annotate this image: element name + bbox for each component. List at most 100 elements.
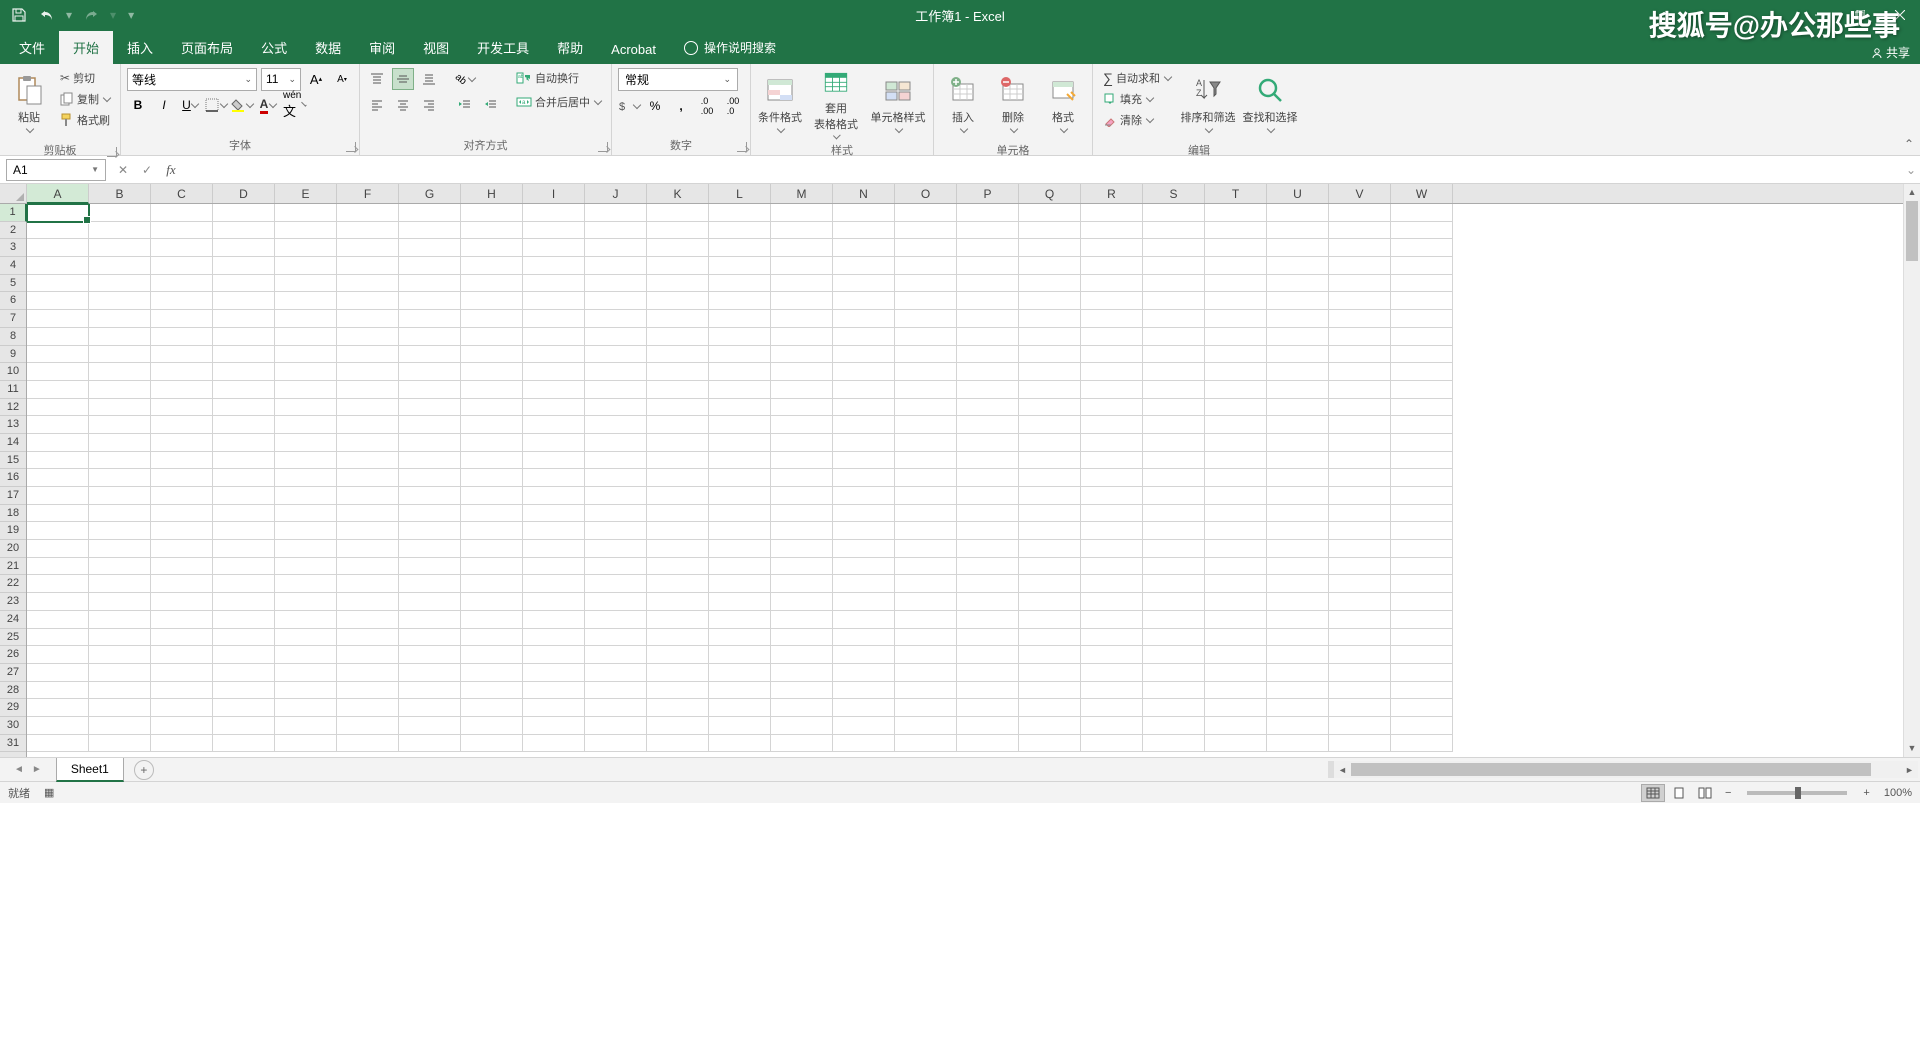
cell[interactable]: [151, 629, 213, 647]
cell[interactable]: [1019, 664, 1081, 682]
cell[interactable]: [27, 416, 89, 434]
cell[interactable]: [833, 310, 895, 328]
row-header[interactable]: 5: [0, 275, 26, 293]
cell[interactable]: [1143, 664, 1205, 682]
cell[interactable]: [957, 575, 1019, 593]
cell[interactable]: [1267, 310, 1329, 328]
cell[interactable]: [399, 682, 461, 700]
cell[interactable]: [709, 434, 771, 452]
cell[interactable]: [1391, 487, 1453, 505]
row-header[interactable]: 8: [0, 328, 26, 346]
cell[interactable]: [585, 310, 647, 328]
cell[interactable]: [709, 505, 771, 523]
cell[interactable]: [1267, 505, 1329, 523]
cell[interactable]: [151, 699, 213, 717]
cell[interactable]: [1391, 399, 1453, 417]
cell[interactable]: [1143, 646, 1205, 664]
cell[interactable]: [399, 646, 461, 664]
cell[interactable]: [1329, 469, 1391, 487]
maximize-button[interactable]: [1840, 0, 1880, 30]
cell[interactable]: [647, 310, 709, 328]
row-header[interactable]: 19: [0, 522, 26, 540]
tab-home[interactable]: 开始: [59, 31, 113, 64]
cell[interactable]: [647, 275, 709, 293]
cell[interactable]: [771, 239, 833, 257]
cell[interactable]: [89, 735, 151, 753]
cell[interactable]: [709, 239, 771, 257]
cell[interactable]: [399, 487, 461, 505]
cell[interactable]: [1329, 505, 1391, 523]
cell[interactable]: [461, 346, 523, 364]
row-header[interactable]: 18: [0, 505, 26, 523]
cell[interactable]: [275, 540, 337, 558]
cell[interactable]: [213, 629, 275, 647]
cell[interactable]: [337, 664, 399, 682]
cell[interactable]: [833, 664, 895, 682]
cell[interactable]: [1391, 558, 1453, 576]
cell[interactable]: [461, 611, 523, 629]
cell[interactable]: [27, 292, 89, 310]
cell[interactable]: [1205, 540, 1267, 558]
align-left-button[interactable]: [366, 94, 388, 116]
cell[interactable]: [771, 522, 833, 540]
percent-button[interactable]: %: [644, 95, 666, 117]
close-button[interactable]: [1880, 0, 1920, 30]
underline-button[interactable]: U: [179, 94, 201, 116]
cell[interactable]: [895, 275, 957, 293]
cell[interactable]: [771, 346, 833, 364]
copy-button[interactable]: 复制: [56, 89, 114, 109]
cell[interactable]: [275, 487, 337, 505]
cell[interactable]: [1019, 381, 1081, 399]
accounting-format-button[interactable]: $: [618, 95, 640, 117]
font-size-select[interactable]: 11⌄: [261, 68, 301, 91]
cell[interactable]: [895, 416, 957, 434]
cell[interactable]: [337, 328, 399, 346]
cell[interactable]: [771, 593, 833, 611]
cell[interactable]: [151, 522, 213, 540]
cell[interactable]: [895, 487, 957, 505]
cell[interactable]: [585, 611, 647, 629]
cell[interactable]: [1205, 469, 1267, 487]
bold-button[interactable]: B: [127, 94, 149, 116]
cell[interactable]: [1081, 275, 1143, 293]
cell[interactable]: [337, 611, 399, 629]
delete-cells-button[interactable]: 删除: [990, 68, 1036, 138]
cell[interactable]: [523, 222, 585, 240]
cell[interactable]: [275, 381, 337, 399]
cell[interactable]: [1019, 452, 1081, 470]
cell[interactable]: [1205, 452, 1267, 470]
cell[interactable]: [275, 310, 337, 328]
cell[interactable]: [647, 292, 709, 310]
cell[interactable]: [1019, 505, 1081, 523]
cell[interactable]: [275, 452, 337, 470]
cell[interactable]: [275, 682, 337, 700]
cell[interactable]: [461, 575, 523, 593]
scroll-right-button[interactable]: ►: [1901, 765, 1918, 775]
column-header[interactable]: S: [1143, 184, 1205, 203]
cell[interactable]: [27, 346, 89, 364]
cell[interactable]: [399, 275, 461, 293]
format-as-table-button[interactable]: 套用 表格格式: [807, 68, 865, 138]
cell[interactable]: [833, 469, 895, 487]
cell[interactable]: [1267, 646, 1329, 664]
cell[interactable]: [89, 540, 151, 558]
cell[interactable]: [1329, 257, 1391, 275]
italic-button[interactable]: I: [153, 94, 175, 116]
cell[interactable]: [213, 399, 275, 417]
row-header[interactable]: 13: [0, 416, 26, 434]
cell[interactable]: [895, 646, 957, 664]
cell[interactable]: [1081, 646, 1143, 664]
cell[interactable]: [1391, 611, 1453, 629]
cell[interactable]: [151, 381, 213, 399]
cell[interactable]: [399, 611, 461, 629]
cell[interactable]: [399, 575, 461, 593]
prev-sheet-button[interactable]: ◄: [14, 764, 24, 775]
cell[interactable]: [151, 593, 213, 611]
cell[interactable]: [1391, 346, 1453, 364]
cell[interactable]: [461, 275, 523, 293]
cell[interactable]: [1019, 346, 1081, 364]
row-header[interactable]: 22: [0, 575, 26, 593]
cell[interactable]: [151, 682, 213, 700]
cell[interactable]: [647, 505, 709, 523]
cell[interactable]: [1391, 452, 1453, 470]
